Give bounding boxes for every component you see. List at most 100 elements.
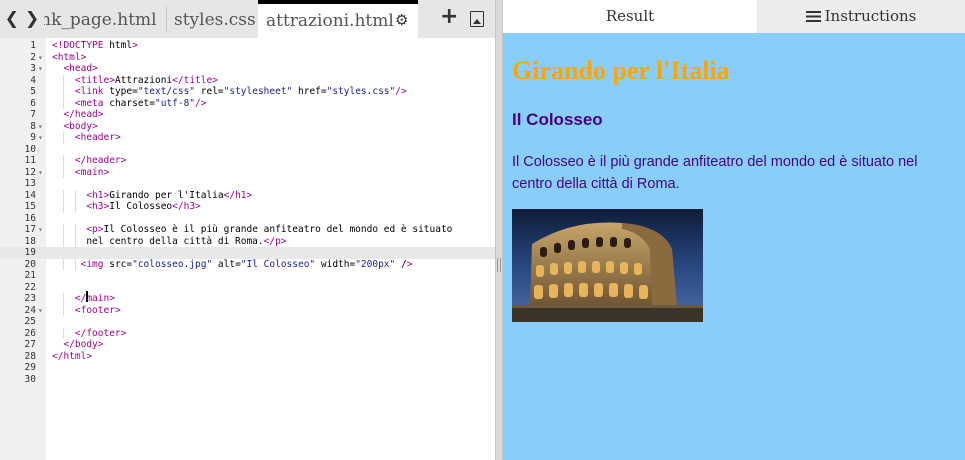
code-line[interactable]: 18 nel centro della città di Roma.</p>	[0, 235, 495, 247]
indent-guide	[63, 293, 65, 305]
line-number: 19	[24, 247, 36, 258]
code-line[interactable]: 26 </footer>	[0, 327, 495, 339]
image-icon[interactable]	[470, 11, 484, 27]
code-text: </html>	[52, 350, 93, 362]
code-text: </head>	[63, 109, 104, 120]
line-number: 30	[24, 373, 36, 385]
code-line[interactable]: 24 ▾ <footer>	[0, 304, 495, 317]
tab-result-label: Result	[605, 7, 655, 25]
line-number: 26	[24, 327, 36, 339]
tab-blank-page-html[interactable]: ank_page.html	[44, 0, 162, 38]
indent-guide	[74, 224, 76, 236]
fold-arrow-icon[interactable]: ▾	[38, 132, 43, 144]
fold-arrow-icon[interactable]: ▾	[38, 63, 43, 75]
code-line[interactable]: 22	[0, 282, 495, 294]
gear-icon[interactable]: ⚙	[395, 11, 408, 29]
plus-icon[interactable]: +	[440, 4, 458, 29]
line-number: 24	[24, 304, 36, 316]
code-text: <title>Attrazioni</title>	[74, 74, 218, 86]
tab-result[interactable]: Result	[503, 0, 757, 33]
code-text: <img src="colosseo.jpg" alt="Il Colosseo…	[80, 258, 413, 270]
line-number: 21	[24, 270, 36, 281]
editor-tab-bar: ❮ ❯ ank_page.html styles.css attrazioni.…	[0, 0, 495, 38]
code-text: <header>	[74, 132, 121, 143]
code-line[interactable]: 23 </main>	[0, 293, 495, 305]
code-line[interactable]: 9 ▾ <header>	[0, 132, 495, 144]
code-line[interactable]: 13	[0, 178, 495, 190]
code-line[interactable]: 25	[0, 316, 495, 328]
fold-arrow-icon[interactable]: ▾	[38, 121, 43, 133]
code-line[interactable]: 19	[0, 247, 495, 259]
fold-arrow-icon[interactable]: ▾	[38, 305, 43, 317]
code-text: <body>	[63, 120, 98, 132]
code-line[interactable]: 27 </body>	[0, 339, 495, 351]
code-text: <main>	[74, 166, 110, 178]
preview-paragraph: Il Colosseo è il più grande anfiteatro d…	[512, 154, 918, 192]
code-line[interactable]: 20 <img src="colosseo.jpg" alt="Il Colos…	[0, 258, 495, 270]
preview-subheading: Il Colosseo	[512, 110, 603, 129]
code-line[interactable]: 11 </header>	[0, 155, 495, 167]
code-line[interactable]: 28 </html>	[0, 351, 495, 363]
tab-label: attrazioni.html	[266, 11, 394, 31]
chevron-right-icon[interactable]: ❯	[25, 9, 39, 29]
fold-arrow-icon[interactable]: ▾	[38, 167, 43, 179]
code-line[interactable]: 5 <link type="text/css" rel="stylesheet"…	[0, 86, 495, 98]
line-number: 28	[24, 350, 36, 362]
code-line[interactable]: 17 ▾ <p>Il Colosseo è il più grande anfit…	[0, 224, 495, 236]
editor-pane: ❮ ❯ ank_page.html styles.css attrazioni.…	[0, 0, 495, 460]
indent-guide	[63, 201, 65, 213]
indent-guide	[74, 201, 76, 213]
line-number: 8	[30, 120, 36, 132]
line-number: 11	[24, 155, 36, 166]
code-line[interactable]: 4 <title>Attrazioni</title>	[0, 74, 495, 86]
result-pane: Result Instructions Girando per l'Italia…	[503, 0, 965, 460]
code-line[interactable]: 8 ▾ <body>	[0, 121, 495, 133]
line-number: 27	[24, 339, 36, 350]
code-line[interactable]: 30	[0, 374, 495, 386]
line-number: 18	[24, 235, 36, 247]
indent-guide	[63, 155, 65, 167]
code-text: </main>	[74, 293, 115, 304]
line-number: 5	[30, 86, 36, 97]
line-number: 2	[30, 51, 36, 63]
indent-guide	[63, 97, 65, 109]
fold-arrow-icon[interactable]: ▾	[38, 224, 43, 236]
line-number: 17	[24, 224, 36, 235]
code-line[interactable]: 2 ▾ <html>	[0, 52, 495, 64]
code-line[interactable]: 16	[0, 213, 495, 225]
code-line[interactable]: 21	[0, 270, 495, 282]
code-line[interactable]: 7 </head>	[0, 109, 495, 121]
line-number: 29	[24, 362, 36, 373]
line-number: 16	[24, 212, 36, 224]
indent-guide	[63, 166, 65, 178]
line-number: 4	[30, 74, 36, 86]
code-editor[interactable]: 1 <!DOCTYPE html> 2 ▾ <html> 3 ▾ <head> 4 <titl…	[0, 38, 495, 460]
code-text: <link type="text/css" rel="stylesheet" h…	[74, 86, 407, 97]
code-text: <meta charset="utf-8"/>	[74, 97, 207, 109]
code-text: <head>	[63, 63, 98, 74]
line-number: 7	[30, 109, 36, 120]
tab-styles-css[interactable]: styles.css	[174, 0, 260, 38]
code-line[interactable]: 10	[0, 144, 495, 156]
code-line[interactable]: 3 ▾ <head>	[0, 63, 495, 75]
code-line[interactable]: 1 <!DOCTYPE html>	[0, 40, 495, 52]
code-line[interactable]: 6 <meta charset="utf-8"/>	[0, 97, 495, 109]
code-line[interactable]: 12 ▾ <main>	[0, 166, 495, 179]
page-preview: Girando per l'Italia Il Colosseo Il Colo…	[503, 33, 965, 460]
fold-arrow-icon[interactable]: ▾	[38, 52, 43, 64]
code-line[interactable]: 15 <h3>Il Colosseo</h3>	[0, 201, 495, 213]
tab-attrazioni-html[interactable]: attrazioni.html	[258, 0, 418, 38]
code-text: <!DOCTYPE html>	[52, 40, 138, 51]
indent-guide	[63, 132, 65, 144]
tab-instructions-label: Instructions	[824, 7, 917, 25]
pane-resize-handle[interactable]	[495, 0, 503, 460]
indent-guide	[63, 74, 65, 86]
indent-guide	[63, 327, 65, 339]
chevron-left-icon[interactable]: ❮	[5, 9, 19, 29]
tab-instructions[interactable]: Instructions	[757, 0, 965, 33]
indent-guide	[63, 189, 65, 201]
code-line[interactable]: 29	[0, 362, 495, 374]
code-text: <html>	[52, 51, 87, 63]
code-line[interactable]: 14 <h1>Girando per l'Italia</h1>	[0, 189, 495, 201]
line-number: 10	[24, 143, 36, 155]
